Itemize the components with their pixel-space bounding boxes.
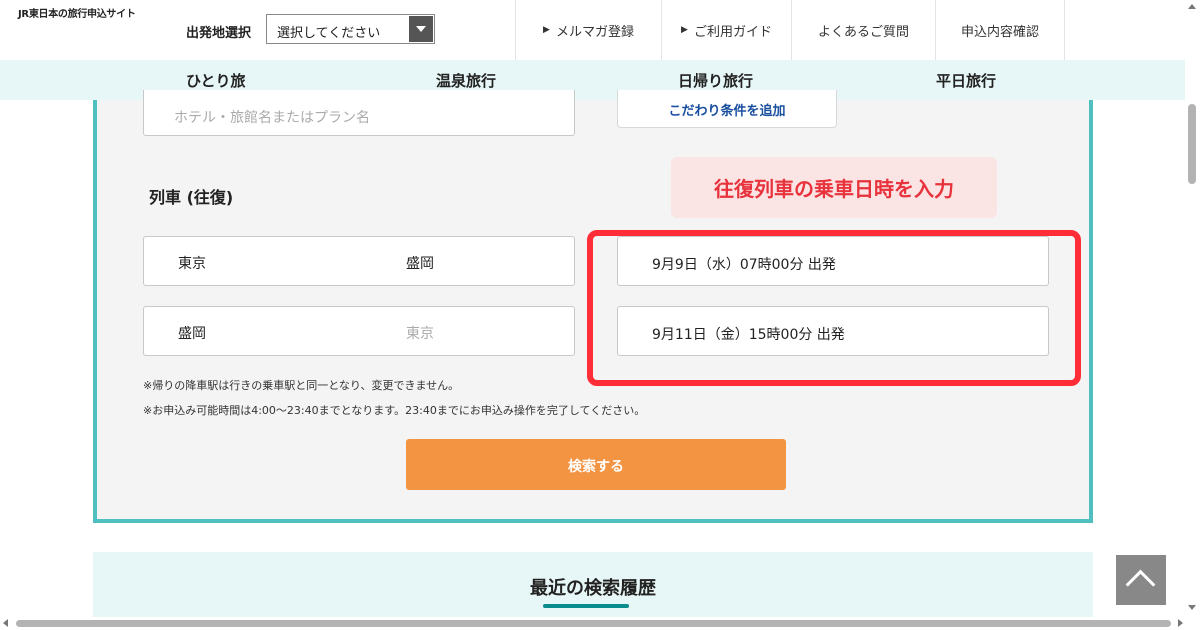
return-route-field[interactable]: 盛岡 東京 [143, 306, 575, 356]
search-history-title: 最近の検索履歴 [530, 578, 656, 599]
search-panel: ホテル・旅館名またはプラン名 こだわり条件を追加 列車 (往復) 往復列車の乗車… [93, 90, 1093, 523]
header-link-label: メルマガ登録 [555, 24, 634, 40]
departure-select[interactable]: 選択してください [266, 14, 435, 44]
scroll-down-icon[interactable] [1188, 605, 1196, 610]
nav-item-onsen[interactable]: 温泉旅行 [436, 70, 496, 91]
departure-select-value: 選択してください [277, 26, 381, 41]
nav-item-daytrip[interactable]: 日帰り旅行 [678, 70, 753, 91]
nav-item-weekday[interactable]: 平日旅行 [936, 70, 996, 91]
header-link-faq[interactable]: よくあるご質問 [791, 0, 935, 60]
departure-label: 出発地選択 [186, 26, 252, 41]
search-button[interactable]: 検索する [406, 439, 786, 490]
page: JR東日本の旅行申込サイト 出発地選択 選択してください ▶ メルマガ登録 ▶ … [0, 0, 1200, 630]
vertical-scrollbar[interactable] [1185, 0, 1200, 617]
header-link-guide[interactable]: ▶ ご利用ガイド [661, 0, 791, 60]
scroll-right-icon[interactable] [1178, 619, 1183, 627]
note-return-station: ※帰りの降車駅は行きの乗車駅と同一となり、変更できません。 [143, 379, 460, 392]
return-from-station: 盛岡 [178, 326, 206, 342]
horizontal-scroll-thumb[interactable] [16, 620, 1171, 627]
add-condition-button[interactable]: こだわり条件を追加 [617, 90, 837, 128]
header-link-newsletter[interactable]: ▶ メルマガ登録 [515, 0, 661, 60]
annotation-callout: 往復列車の乗車日時を入力 [671, 157, 997, 218]
header-link-label: よくあるご質問 [817, 24, 909, 40]
triangle-right-icon: ▶ [543, 25, 550, 35]
chevron-down-icon [409, 16, 433, 42]
annotation-highlight-box [587, 230, 1081, 386]
train-section-title: 列車 (往復) [149, 188, 234, 207]
outbound-from-station: 東京 [178, 256, 206, 272]
scroll-up-icon[interactable] [1188, 4, 1196, 9]
vertical-scroll-thumb[interactable] [1188, 104, 1196, 184]
header-link-confirm[interactable]: 申込内容確認 [935, 0, 1065, 60]
hotel-search-input[interactable]: ホテル・旅館名またはプラン名 [143, 90, 575, 136]
note-booking-hours: ※お申込み可能時間は4:00〜23:40までとなります。23:40までにお申込み… [143, 404, 646, 417]
top-header: JR東日本の旅行申込サイト 出発地選択 選択してください ▶ メルマガ登録 ▶ … [0, 0, 1185, 60]
horizontal-scrollbar[interactable] [0, 617, 1200, 630]
return-to-station: 東京 [406, 326, 434, 342]
title-underline [543, 604, 629, 608]
site-logo[interactable]: JR東日本の旅行申込サイト [18, 5, 136, 20]
header-link-label: ご利用ガイド [693, 24, 772, 40]
nav-item-solo[interactable]: ひとり旅 [186, 70, 246, 91]
scroll-left-icon[interactable] [3, 619, 8, 627]
outbound-to-station: 盛岡 [406, 256, 434, 272]
scroll-to-top-button[interactable] [1116, 555, 1166, 605]
outbound-route-field[interactable]: 東京 盛岡 [143, 236, 575, 286]
header-link-label: 申込内容確認 [960, 24, 1039, 40]
search-history-section: 最近の検索履歴 [93, 552, 1093, 618]
triangle-right-icon: ▶ [681, 25, 688, 35]
